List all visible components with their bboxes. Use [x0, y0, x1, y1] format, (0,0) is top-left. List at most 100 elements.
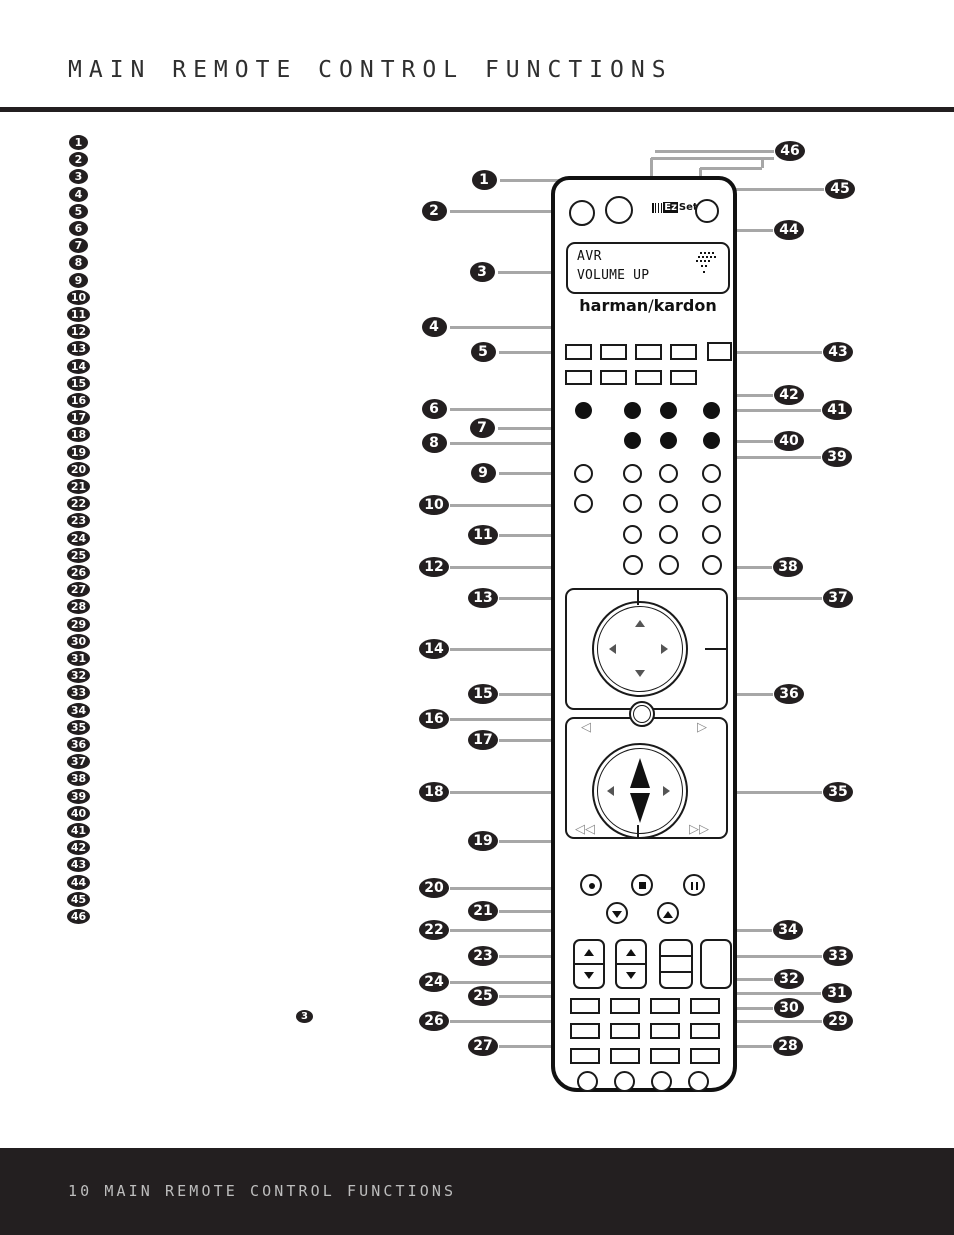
- mute-button[interactable]: [700, 939, 732, 989]
- signal-dot: [696, 260, 699, 263]
- keypad-button-7[interactable]: [659, 494, 678, 513]
- enter-button-inner[interactable]: [633, 705, 651, 723]
- signal-dot: [712, 252, 715, 255]
- pause-button[interactable]: [683, 874, 705, 896]
- bottom-button-2[interactable]: [614, 1071, 635, 1092]
- legend-number-9: 9: [69, 272, 88, 288]
- signal-dot: [705, 265, 708, 268]
- function-button-b2[interactable]: [610, 1023, 640, 1039]
- function-button-c3[interactable]: [650, 1048, 680, 1064]
- bottom-button-4[interactable]: [688, 1071, 709, 1092]
- keypad-button-9[interactable]: [623, 525, 642, 544]
- signal-dot: [714, 256, 717, 259]
- channel-rocker[interactable]: [615, 939, 647, 989]
- source-button-8[interactable]: [635, 370, 662, 385]
- callout-2: 2: [421, 201, 447, 221]
- function-button-a2[interactable]: [610, 998, 640, 1014]
- function-button-a1[interactable]: [570, 998, 600, 1014]
- function-button-a4[interactable]: [690, 998, 720, 1014]
- tuning-rocker-divider-1: [661, 955, 691, 958]
- power-on-button[interactable]: [605, 196, 633, 224]
- signal-dot: [698, 256, 701, 259]
- keypad-button-14[interactable]: [702, 555, 722, 575]
- mode-button-7[interactable]: [703, 432, 720, 449]
- source-button-7[interactable]: [600, 370, 627, 385]
- play-button[interactable]: [657, 902, 679, 924]
- legend-number-35: 35: [67, 719, 90, 735]
- nav-up-icon[interactable]: [635, 620, 645, 627]
- prev-track-icon[interactable]: ◁: [581, 721, 591, 734]
- leader-line: [450, 209, 565, 213]
- brand-left: harman: [579, 296, 649, 315]
- channel-up-icon[interactable]: [630, 758, 650, 788]
- signal-dot: [710, 256, 713, 259]
- next-track-icon[interactable]: ▷: [697, 721, 707, 734]
- function-button-b1[interactable]: [570, 1023, 600, 1039]
- mode-button-3[interactable]: [660, 402, 677, 419]
- rewind-icon[interactable]: ◁◁: [575, 823, 595, 836]
- source-button-5[interactable]: [707, 342, 732, 361]
- bottom-button-1[interactable]: [577, 1071, 598, 1092]
- callout-24: 24: [419, 972, 449, 992]
- volume-rocker[interactable]: [573, 939, 605, 989]
- function-button-c1[interactable]: [570, 1048, 600, 1064]
- signal-dot: [702, 256, 705, 259]
- stop-button[interactable]: [631, 874, 653, 896]
- legend-number-21: 21: [67, 479, 90, 494]
- bottom-button-3[interactable]: [651, 1071, 672, 1092]
- function-button-c2[interactable]: [610, 1048, 640, 1064]
- power-off-button[interactable]: [569, 200, 595, 226]
- channel-rocker-divider: [617, 963, 645, 966]
- mode-button-4[interactable]: [703, 402, 720, 419]
- keypad-button-8[interactable]: [702, 494, 721, 513]
- keypad-button-6[interactable]: [623, 494, 642, 513]
- legend-number-16: 16: [67, 393, 90, 408]
- tuning-rocker[interactable]: [659, 939, 693, 989]
- callout-14: 14: [419, 639, 449, 659]
- fast-forward-icon[interactable]: ▷▷: [689, 823, 709, 836]
- callout-19: 19: [468, 831, 498, 851]
- callout-15: 15: [468, 684, 498, 704]
- nav-down-icon[interactable]: [635, 670, 645, 677]
- function-button-a3[interactable]: [650, 998, 680, 1014]
- source-button-6[interactable]: [565, 370, 592, 385]
- legend-number-46: 46: [67, 909, 90, 924]
- callout-26: 26: [419, 1011, 449, 1031]
- volume-up-icon[interactable]: [663, 786, 670, 796]
- function-button-b3[interactable]: [650, 1023, 680, 1039]
- keypad-button-4[interactable]: [702, 464, 721, 483]
- signal-dot: [704, 252, 707, 255]
- source-button-4[interactable]: [670, 344, 697, 360]
- source-button-3[interactable]: [635, 344, 662, 360]
- legend-number-19: 19: [67, 444, 90, 460]
- mode-button-2[interactable]: [624, 402, 641, 419]
- mode-button-6[interactable]: [660, 432, 677, 449]
- nav-right-icon[interactable]: [661, 644, 668, 654]
- mode-button-5[interactable]: [624, 432, 641, 449]
- source-button-2[interactable]: [600, 344, 627, 360]
- mode-button-1[interactable]: [575, 402, 592, 419]
- channel-down-icon[interactable]: [630, 793, 650, 823]
- function-button-b4[interactable]: [690, 1023, 720, 1039]
- source-button-9[interactable]: [670, 370, 697, 385]
- keypad-button-2[interactable]: [623, 464, 642, 483]
- source-button-1[interactable]: [565, 344, 592, 360]
- function-button-c4[interactable]: [690, 1048, 720, 1064]
- keypad-button-12[interactable]: [623, 555, 643, 575]
- callout-31: 31: [822, 983, 852, 1003]
- ezset-button[interactable]: [695, 199, 719, 223]
- keypad-button-11[interactable]: [702, 525, 721, 544]
- record-button[interactable]: [580, 874, 602, 896]
- rewind-play-button[interactable]: [606, 902, 628, 924]
- brand-logo: harman/kardon: [555, 296, 741, 315]
- keypad-button-13[interactable]: [659, 555, 679, 575]
- keypad-button-1[interactable]: [574, 464, 593, 483]
- legend-number-38: 38: [67, 771, 90, 787]
- volume-down-icon[interactable]: [607, 786, 614, 796]
- pause-icon-bar-left: [691, 882, 694, 890]
- keypad-button-3[interactable]: [659, 464, 678, 483]
- keypad-button-5[interactable]: [574, 494, 593, 513]
- callout-7: 7: [469, 418, 495, 438]
- nav-left-icon[interactable]: [609, 644, 616, 654]
- keypad-button-10[interactable]: [659, 525, 678, 544]
